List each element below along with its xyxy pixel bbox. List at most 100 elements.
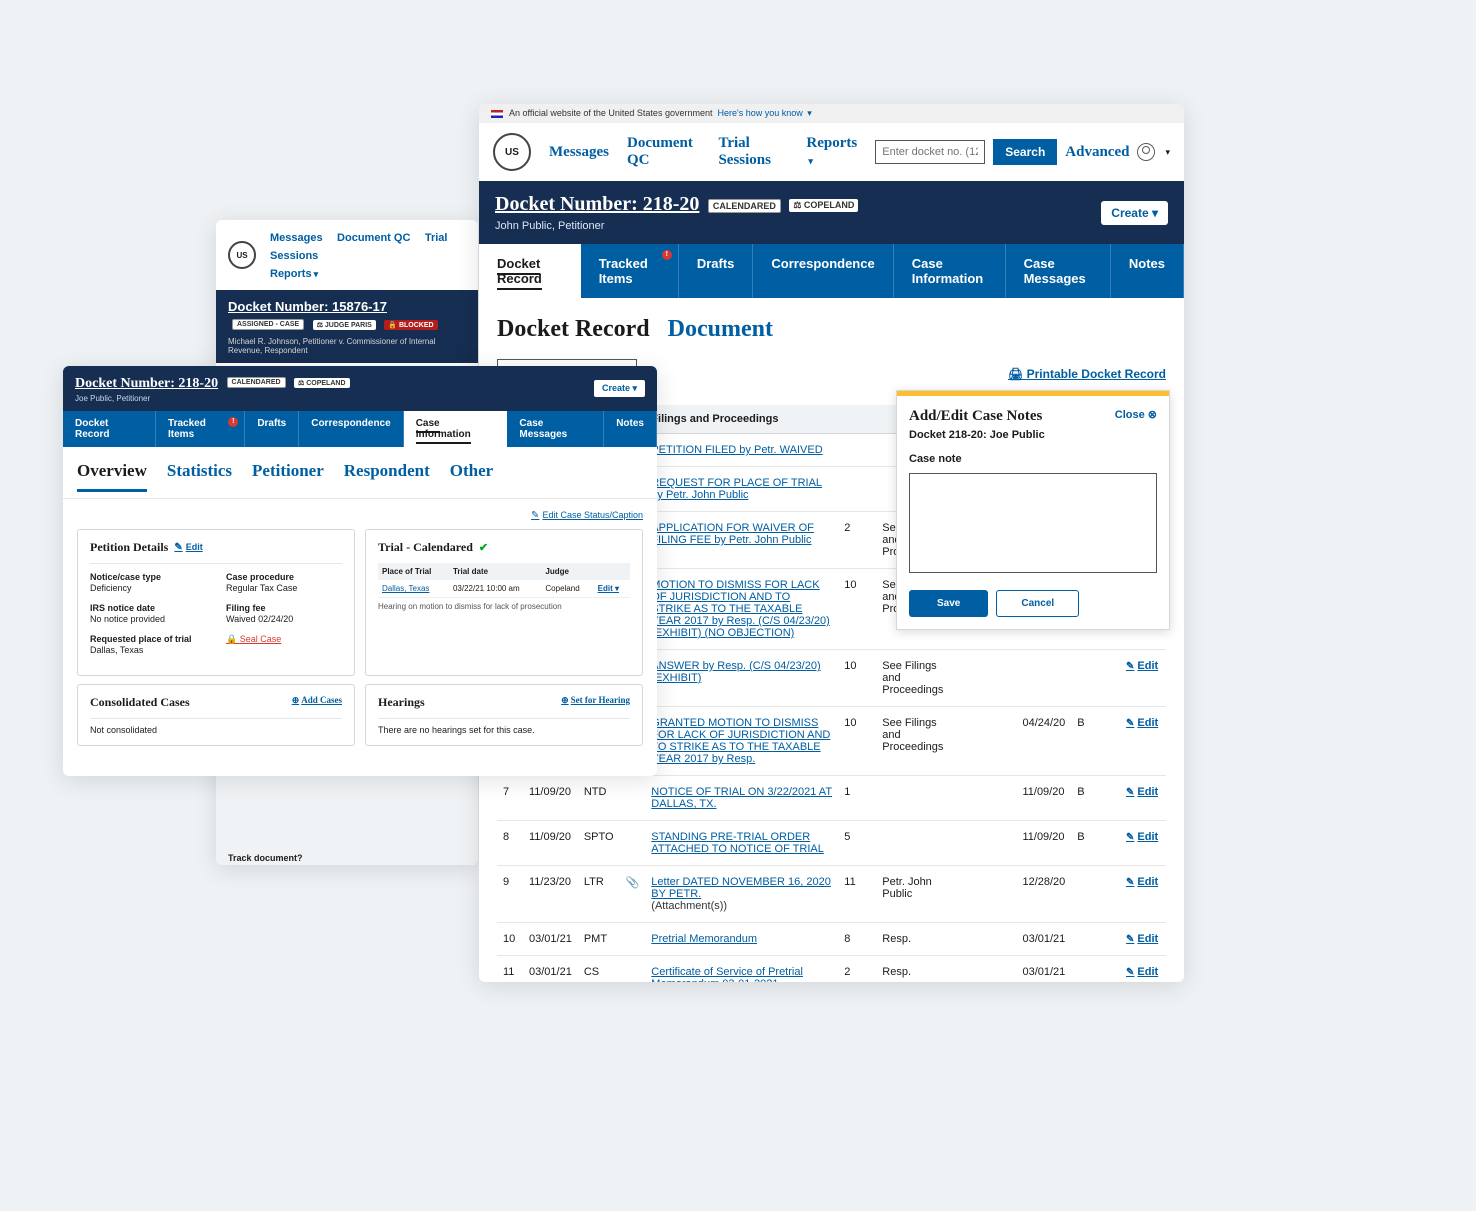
nav-messages[interactable]: Messages: [549, 144, 609, 161]
subtab-respondent[interactable]: Respondent: [344, 461, 430, 492]
subtab-overview[interactable]: Overview: [77, 461, 147, 492]
court-seal-icon: US: [493, 133, 531, 171]
nav-messages[interactable]: Messages: [270, 232, 323, 244]
edit-row-link[interactable]: ✎Edit: [1126, 966, 1158, 978]
paperclip-icon: 📎: [626, 877, 640, 889]
set-hearing-link[interactable]: ⊕Set for Hearing: [561, 695, 630, 706]
calendared-badge: CALENDARED: [708, 199, 781, 213]
alert-icon: !: [228, 417, 238, 427]
trial-card: Trial - Calendared ✔ Place of TrialTrial…: [365, 529, 643, 676]
consolidated-card: Consolidated Cases⊕Add Cases Not consoli…: [77, 684, 355, 746]
edit-row-link[interactable]: ✎Edit: [1126, 660, 1158, 672]
doc-link[interactable]: PETITION FILED by Petr. WAIVED: [651, 444, 822, 456]
nav-reports[interactable]: Reports▾: [270, 268, 318, 280]
w1-docket-header: Docket Number: 15876-17 ASSIGNED - CASE …: [216, 290, 478, 363]
doc-link[interactable]: Letter DATED NOVEMBER 16, 2020 BY PETR.: [651, 876, 831, 900]
tab-tracked-items[interactable]: Tracked Items!: [156, 411, 245, 447]
judge-badge: ⚖ COPELAND: [789, 199, 858, 212]
court-seal-icon: US: [228, 241, 256, 269]
tab-drafts[interactable]: Drafts: [679, 244, 754, 298]
th-filings: Filings and Proceedings: [645, 405, 838, 434]
tab-correspondence[interactable]: Correspondence: [299, 411, 403, 447]
tab-correspondence[interactable]: Correspondence: [753, 244, 893, 298]
w1-topbar: US Messages Document QC Trial Sessions R…: [216, 220, 478, 290]
tab-docket-record[interactable]: Docket Record: [479, 244, 581, 298]
tab-notes[interactable]: Notes: [1111, 244, 1184, 298]
table-row: 1103/01/21CSCertificate of Service of Pr…: [497, 956, 1166, 983]
seal-case-link[interactable]: 🔒 Seal Case: [226, 634, 281, 644]
edit-caption-link[interactable]: ✎Edit Case Status/Caption: [531, 510, 643, 520]
docket-number[interactable]: Docket Number: 218-20: [495, 193, 699, 215]
doc-link[interactable]: MOTION TO DISMISS FOR LACK OF JURISDICTI…: [651, 579, 830, 639]
doc-link[interactable]: NOTICE OF TRIAL ON 3/22/2021 AT DALLAS, …: [651, 786, 832, 810]
search-button[interactable]: Search: [993, 139, 1057, 165]
w1-docket-number[interactable]: Docket Number: 15876-17: [228, 299, 387, 314]
tab-notes[interactable]: Notes: [604, 411, 657, 447]
tab-case-messages[interactable]: Case Messages: [1006, 244, 1111, 298]
judge-badge: ⚖ JUDGE PARIS: [313, 320, 376, 330]
table-row: 711/09/20NTDNOTICE OF TRIAL ON 3/22/2021…: [497, 776, 1166, 821]
cancel-button[interactable]: Cancel: [996, 590, 1079, 617]
create-button[interactable]: Create ▾: [1101, 201, 1168, 225]
nav-docqc[interactable]: Document QC: [337, 232, 410, 244]
edit-row-link[interactable]: ✎Edit: [1126, 717, 1158, 729]
tab-docket-record[interactable]: Docket Record: [63, 411, 156, 447]
case-tabs: Docket Record Tracked Items! Drafts Corr…: [479, 244, 1184, 298]
place-link[interactable]: Dallas, Texas: [382, 584, 429, 593]
alert-icon: !: [662, 250, 672, 260]
tab-drafts[interactable]: Drafts: [245, 411, 299, 447]
doc-link[interactable]: Certificate of Service of Pretrial Memor…: [651, 966, 803, 982]
trial-edit-link[interactable]: Edit ▾: [598, 584, 619, 593]
subtab-petitioner[interactable]: Petitioner: [252, 461, 324, 492]
edit-row-link[interactable]: ✎Edit: [1126, 933, 1158, 945]
edit-row-link[interactable]: ✎Edit: [1126, 876, 1158, 888]
doc-link[interactable]: ANSWER by Resp. (C/S 04/23/20) (EXHIBIT): [651, 660, 820, 684]
calendared-badge: CALENDARED: [227, 377, 286, 388]
save-button[interactable]: Save: [909, 590, 988, 617]
subtab-other[interactable]: Other: [450, 461, 493, 492]
case-overview-window: Docket Number: 218-20 CALENDARED ⚖ COPEL…: [63, 366, 657, 776]
gov-banner: An official website of the United States…: [479, 104, 1184, 123]
case-notes-modal: Close ⊗ Add/Edit Case Notes Docket 218-2…: [896, 390, 1170, 630]
how-know-link[interactable]: Here's how you know ▾: [717, 108, 811, 118]
nav-trial[interactable]: Trial Sessions: [718, 135, 788, 169]
doc-link[interactable]: GRANTED MOTION TO DISMISS FOR LACK OF JU…: [651, 717, 830, 765]
advanced-link[interactable]: Advanced: [1065, 144, 1129, 161]
track-label: Track document?: [228, 853, 466, 863]
add-cases-link[interactable]: ⊕Add Cases: [292, 695, 342, 706]
edit-row-link[interactable]: ✎Edit: [1126, 786, 1158, 798]
w2-caption: Joe Public, Petitioner: [75, 394, 350, 403]
judge-badge: ⚖ COPELAND: [294, 378, 350, 388]
edit-petition-link[interactable]: ✎Edit: [174, 542, 202, 553]
doc-link[interactable]: STANDING PRE-TRIAL ORDER ATTACHED TO NOT…: [651, 831, 824, 855]
blocked-badge: 🔒 BLOCKED: [384, 320, 437, 330]
doc-link[interactable]: Pretrial Memorandum: [651, 933, 757, 945]
tab-case-info[interactable]: Case Information: [894, 244, 1006, 298]
section-title: Docket Record Document: [497, 316, 1166, 343]
topnav: US Messages Document QC Trial Sessions R…: [479, 123, 1184, 181]
check-icon: ✔: [479, 541, 488, 554]
tab-case-messages[interactable]: Case Messages: [507, 411, 604, 447]
create-button[interactable]: Create ▾: [594, 380, 645, 397]
tab-tracked-items[interactable]: Tracked Items!: [581, 244, 679, 298]
edit-row-link[interactable]: ✎Edit: [1126, 831, 1158, 843]
doc-link[interactable]: APPLICATION FOR WAIVER OF FILING FEE by …: [651, 522, 814, 546]
table-row: 1003/01/21PMTPretrial Memorandum8Resp.03…: [497, 923, 1166, 956]
doc-link[interactable]: REQUEST FOR PLACE OF TRIAL by Petr. John…: [651, 477, 822, 501]
nav-docqc[interactable]: Document QC: [627, 135, 700, 169]
table-row: 811/09/20SPTOSTANDING PRE-TRIAL ORDER AT…: [497, 821, 1166, 866]
tab-case-info[interactable]: Case Information: [404, 411, 508, 447]
w2-docket-number[interactable]: Docket Number: 218-20: [75, 376, 218, 391]
hearings-card: Hearings⊕Set for Hearing There are no he…: [365, 684, 643, 746]
close-button[interactable]: Close ⊗: [1115, 408, 1157, 421]
user-icon[interactable]: [1137, 143, 1155, 161]
overview-subtabs: Overview Statistics Petitioner Responden…: [63, 447, 657, 499]
docket-caption: John Public, Petitioner: [495, 220, 858, 232]
subtab-statistics[interactable]: Statistics: [167, 461, 232, 492]
w2-tabs: Docket Record Tracked Items! Drafts Corr…: [63, 411, 657, 447]
case-note-textarea[interactable]: [909, 473, 1157, 573]
docket-search-input[interactable]: [875, 140, 985, 164]
printable-link[interactable]: 🖨 Printable Docket Record: [1008, 367, 1166, 381]
nav-reports[interactable]: Reports ▾: [806, 135, 857, 169]
assigned-badge: ASSIGNED - CASE: [232, 319, 304, 330]
